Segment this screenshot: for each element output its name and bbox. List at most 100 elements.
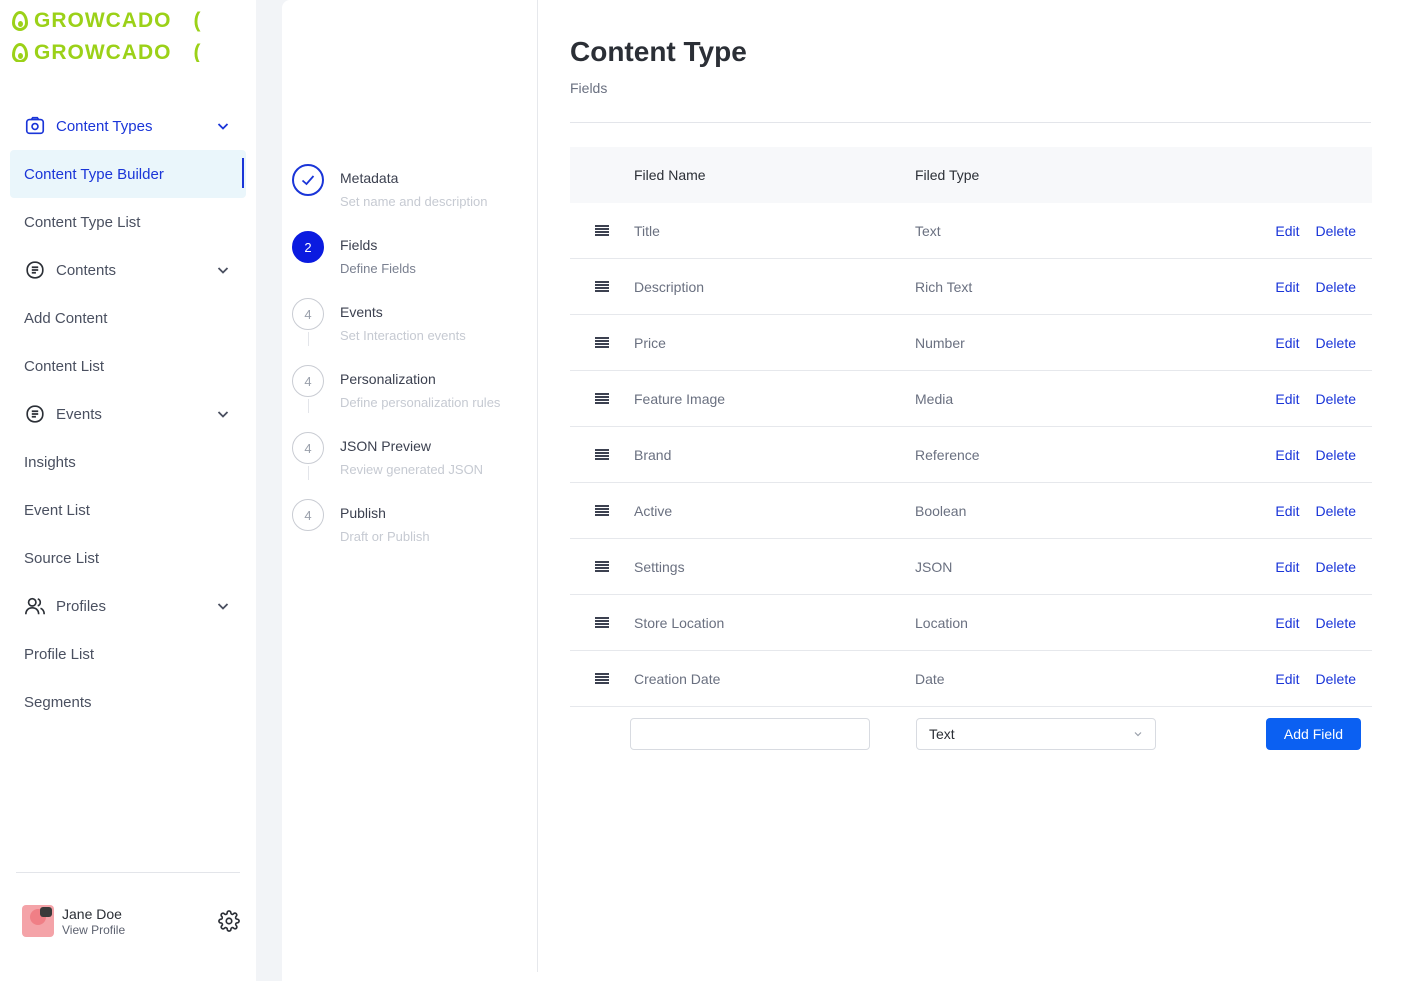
table-body: Title Text Edit Delete Description Rich Text E… <box>570 203 1372 707</box>
step-indicator: 4 <box>292 432 324 464</box>
delete-button[interactable]: Delete <box>1316 335 1356 351</box>
chevron-down-icon <box>217 123 229 130</box>
sidebar-group-profiles[interactable]: Profiles <box>10 582 246 630</box>
edit-button[interactable]: Edit <box>1275 615 1299 631</box>
delete-button[interactable]: Delete <box>1316 447 1356 463</box>
edit-button[interactable]: Edit <box>1275 279 1299 295</box>
field-type-cell: Boolean <box>915 502 967 519</box>
step-subtitle: Define personalization rules <box>340 395 501 410</box>
chevron-down-icon <box>217 411 229 418</box>
field-name-cell: Title <box>634 222 660 239</box>
field-name-cell: Feature Image <box>634 390 726 407</box>
edit-button[interactable]: Edit <box>1275 671 1299 687</box>
step-subtitle: Set name and description <box>340 194 488 209</box>
delete-button[interactable]: Delete <box>1316 671 1356 687</box>
header-field-type: Filed Type <box>915 167 980 183</box>
step-title: Publish <box>340 505 386 521</box>
chevron-down-icon <box>217 267 229 274</box>
step-title: Fields <box>340 237 378 253</box>
edit-button[interactable]: Edit <box>1275 447 1299 463</box>
edit-button[interactable]: Edit <box>1275 503 1299 519</box>
sidebar-item-profile-list[interactable]: Profile List <box>10 630 246 678</box>
sidebar-group-contents[interactable]: Contents <box>10 246 246 294</box>
sidebar-item-segments[interactable]: Segments <box>10 678 246 726</box>
table-row: Settings JSON Edit Delete <box>570 539 1372 595</box>
fields-table: Filed Name Filed Type Title Text Edit Delet… <box>570 147 1372 763</box>
sidebar-item-event-list[interactable]: Event List <box>10 486 246 534</box>
sidebar-group-label: Profiles <box>56 597 107 615</box>
table-row: Title Text Edit Delete <box>570 203 1372 259</box>
edit-button[interactable]: Edit <box>1275 559 1299 575</box>
drag-handle-icon[interactable] <box>595 504 609 517</box>
sidebar-group-events[interactable]: Events <box>10 390 246 438</box>
camera-icon <box>24 115 46 137</box>
step-metadata[interactable]: Metadata Set name and description <box>292 164 532 220</box>
field-name-cell: Settings <box>634 558 685 575</box>
stepper: Metadata Set name and description 2 Fields D… <box>282 0 538 972</box>
step-events[interactable]: 4 Events Set Interaction events <box>292 298 532 354</box>
step-publish[interactable]: 4 Publish Draft or Publish <box>292 499 532 555</box>
edit-button[interactable]: Edit <box>1275 391 1299 407</box>
field-type-cell: Date <box>915 670 945 687</box>
delete-button[interactable]: Delete <box>1316 559 1356 575</box>
drag-handle-icon[interactable] <box>595 280 609 293</box>
step-fields[interactable]: 2 Fields Define Fields <box>292 231 532 287</box>
field-type-cell: Media <box>915 390 954 407</box>
step-subtitle: Set Interaction events <box>340 328 466 343</box>
view-profile-link[interactable]: View Profile <box>62 923 125 937</box>
sidebar-group-label: Contents <box>56 261 117 279</box>
step-personalization[interactable]: 4 Personalization Define personalization r… <box>292 365 532 421</box>
sidebar-item-add-content[interactable]: Add Content <box>10 294 246 342</box>
field-name-cell: Brand <box>634 446 672 463</box>
step-connector <box>308 466 309 480</box>
user-name: Jane Doe <box>62 905 122 922</box>
drag-handle-icon[interactable] <box>595 616 609 629</box>
step-title: Personalization <box>340 371 436 387</box>
step-subtitle: Review generated JSON <box>340 462 484 477</box>
step-json-preview[interactable]: 4 JSON Preview Review generated JSON <box>292 432 532 488</box>
delete-button[interactable]: Delete <box>1316 391 1356 407</box>
add-field-row: Text Add Field <box>570 707 1372 763</box>
sidebar-item-insights[interactable]: Insights <box>10 438 246 486</box>
field-type-cell: Number <box>915 334 965 351</box>
main-panel: Metadata Set name and description 2 Fields D… <box>282 0 1402 981</box>
page-title: Content Type <box>570 36 747 67</box>
field-type-cell: JSON <box>915 558 953 575</box>
delete-button[interactable]: Delete <box>1316 279 1356 295</box>
sidebar-item-content-type-builder[interactable]: Content Type Builder <box>10 150 246 198</box>
sidebar-item-content-list[interactable]: Content List <box>10 342 246 390</box>
field-name-input[interactable] <box>630 718 870 750</box>
sidebar-group-content-types[interactable]: Content Types <box>10 102 246 150</box>
brand-name: GROWCADO <box>34 41 172 62</box>
brand-logo[interactable]: GROWCADO ( GROWCADO ( <box>12 6 232 62</box>
delete-button[interactable]: Delete <box>1316 615 1356 631</box>
delete-button[interactable]: Delete <box>1316 503 1356 519</box>
gear-icon[interactable] <box>218 910 240 932</box>
delete-button[interactable]: Delete <box>1316 223 1356 239</box>
field-type-value: Text <box>929 726 955 742</box>
users-icon <box>24 595 46 617</box>
sidebar-item-content-type-list[interactable]: Content Type List <box>10 198 246 246</box>
edit-button[interactable]: Edit <box>1275 335 1299 351</box>
step-indicator: 4 <box>292 365 324 397</box>
drag-handle-icon[interactable] <box>595 672 609 685</box>
field-type-select[interactable]: Text <box>916 718 1156 750</box>
drag-handle-icon[interactable] <box>595 336 609 349</box>
edit-button[interactable]: Edit <box>1275 223 1299 239</box>
step-title: Events <box>340 304 383 320</box>
sidebar-nav: Content Types Content Type Builder Content… <box>10 102 246 726</box>
avatar[interactable] <box>22 905 54 937</box>
table-row: Active Boolean Edit Delete <box>570 483 1372 539</box>
drag-handle-icon[interactable] <box>595 560 609 573</box>
title-divider <box>570 122 1371 123</box>
table-row: Feature Image Media Edit Delete <box>570 371 1372 427</box>
drag-handle-icon[interactable] <box>595 392 609 405</box>
header-field-name: Filed Name <box>634 167 706 183</box>
drag-handle-icon[interactable] <box>595 448 609 461</box>
sidebar-item-source-list[interactable]: Source List <box>10 534 246 582</box>
drag-handle-icon[interactable] <box>595 224 609 237</box>
table-row: Creation Date Date Edit Delete <box>570 651 1372 707</box>
sidebar-group-label: Events <box>56 405 102 423</box>
add-field-button[interactable]: Add Field <box>1266 718 1361 750</box>
user-profile[interactable]: Jane Doe View Profile <box>22 904 240 938</box>
